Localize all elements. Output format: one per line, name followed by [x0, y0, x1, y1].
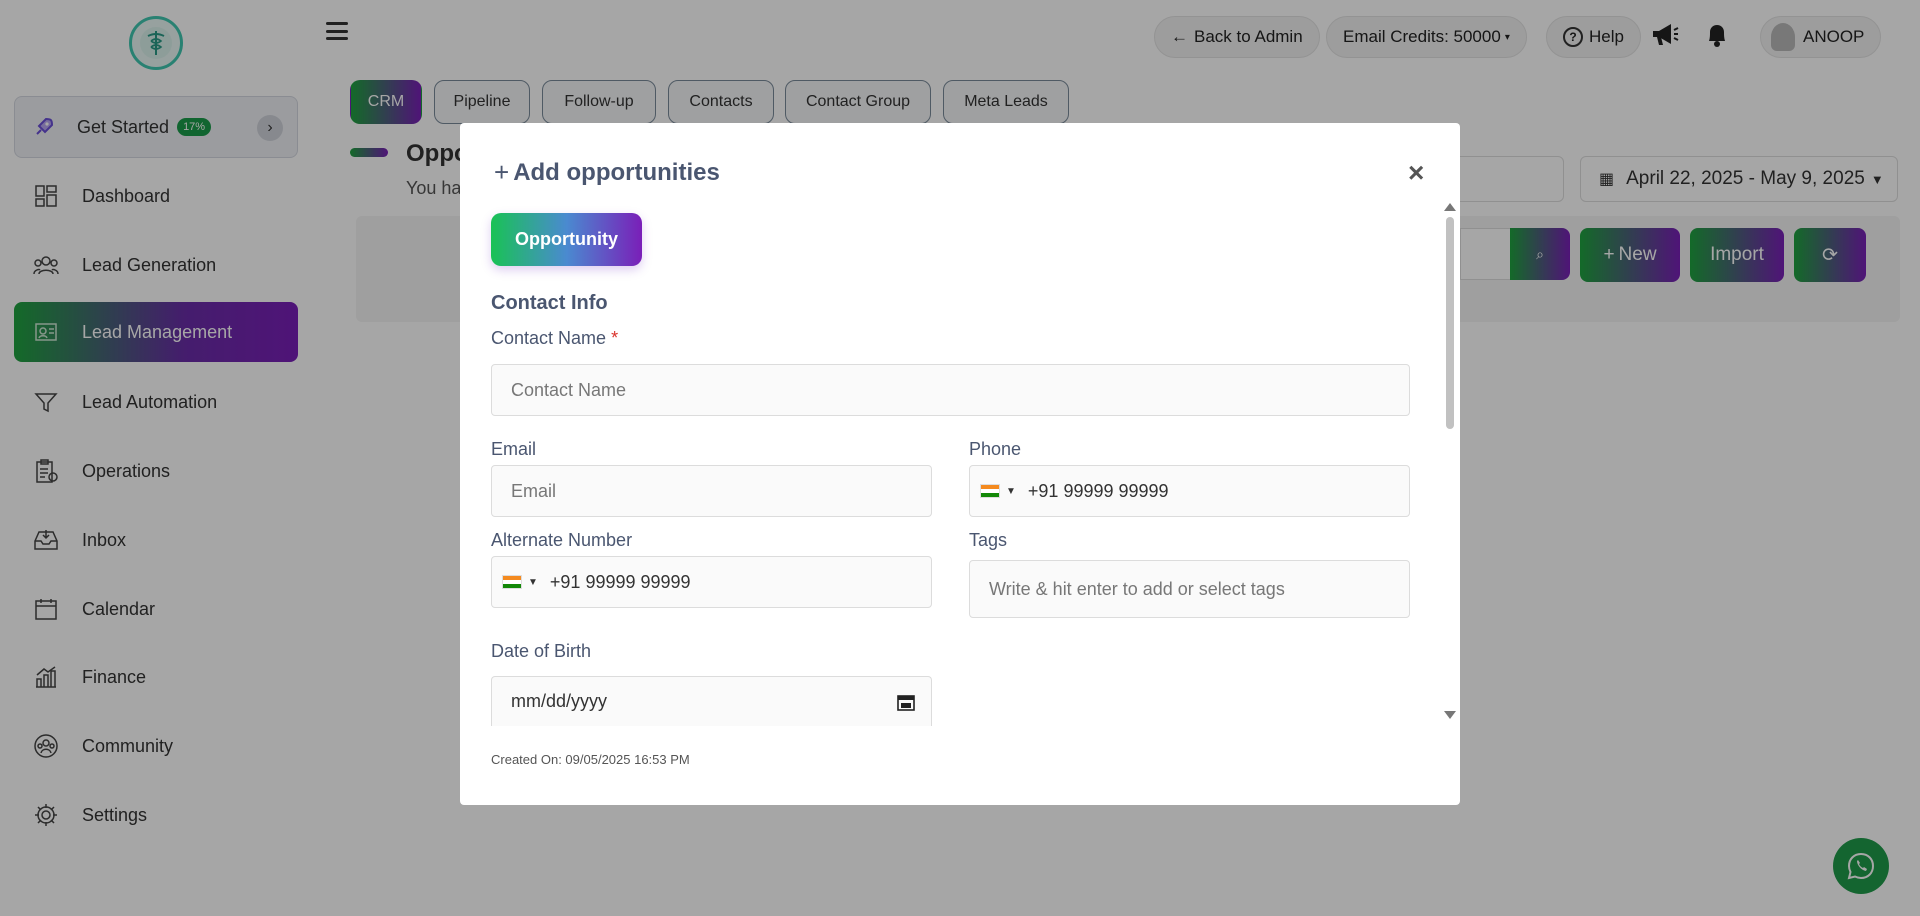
email-label: Email	[491, 439, 537, 459]
phone-label: Phone	[969, 439, 1022, 459]
alternate-number-value: +91 99999 99999	[549, 571, 691, 592]
tags-label: Tags	[969, 530, 1008, 550]
modal-title: + Add opportunities	[494, 157, 720, 188]
email-placeholder: Email	[511, 480, 557, 501]
date-of-birth-label: Date of Birth	[491, 641, 592, 661]
tags-input[interactable]: Write & hit enter to add or select tags	[969, 560, 1410, 618]
modal-title-text: Add opportunities	[513, 158, 720, 186]
date-of-birth-field[interactable]: mm/dd/yyyy	[491, 676, 932, 726]
opportunity-button[interactable]: Opportunity	[491, 213, 642, 266]
contact-name-placeholder: Contact Name	[511, 379, 627, 400]
close-icon[interactable]: ×	[1408, 157, 1424, 189]
contact-name-field[interactable]: Contact Name	[491, 364, 1410, 416]
date-of-birth-placeholder: mm/dd/yyyy	[511, 691, 608, 711]
caret-down-icon[interactable]: ▼	[1006, 486, 1016, 497]
phone-value: +91 99999 99999	[1027, 480, 1169, 501]
plus-icon: +	[494, 157, 510, 187]
email-field[interactable]: Email	[491, 465, 932, 517]
tags-placeholder: Write & hit enter to add or select tags	[989, 578, 1285, 599]
calendar-icon[interactable]	[897, 693, 915, 711]
scroll-down-arrow[interactable]	[1444, 711, 1456, 719]
scroll-up-arrow[interactable]	[1444, 203, 1456, 211]
alternate-number-field[interactable]: ▼ +91 99999 99999	[491, 556, 932, 608]
caret-down-icon[interactable]: ▼	[528, 577, 538, 588]
india-flag-icon[interactable]	[980, 484, 1000, 498]
required-mark: *	[611, 328, 619, 348]
section-heading: Contact Info	[491, 292, 608, 314]
add-opportunity-modal: + Add opportunities × Opportunity Contac…	[460, 123, 1460, 805]
alternate-number-label: Alternate Number	[491, 530, 633, 550]
scrollbar-thumb[interactable]	[1446, 217, 1454, 429]
created-on-text: Created On: 09/05/2025 16:53 PM	[491, 752, 690, 767]
phone-field[interactable]: ▼ +91 99999 99999	[969, 465, 1410, 517]
contact-name-label-text: Contact Name	[491, 328, 607, 348]
india-flag-icon[interactable]	[502, 575, 522, 589]
contact-name-label: Contact Name *	[491, 328, 618, 349]
